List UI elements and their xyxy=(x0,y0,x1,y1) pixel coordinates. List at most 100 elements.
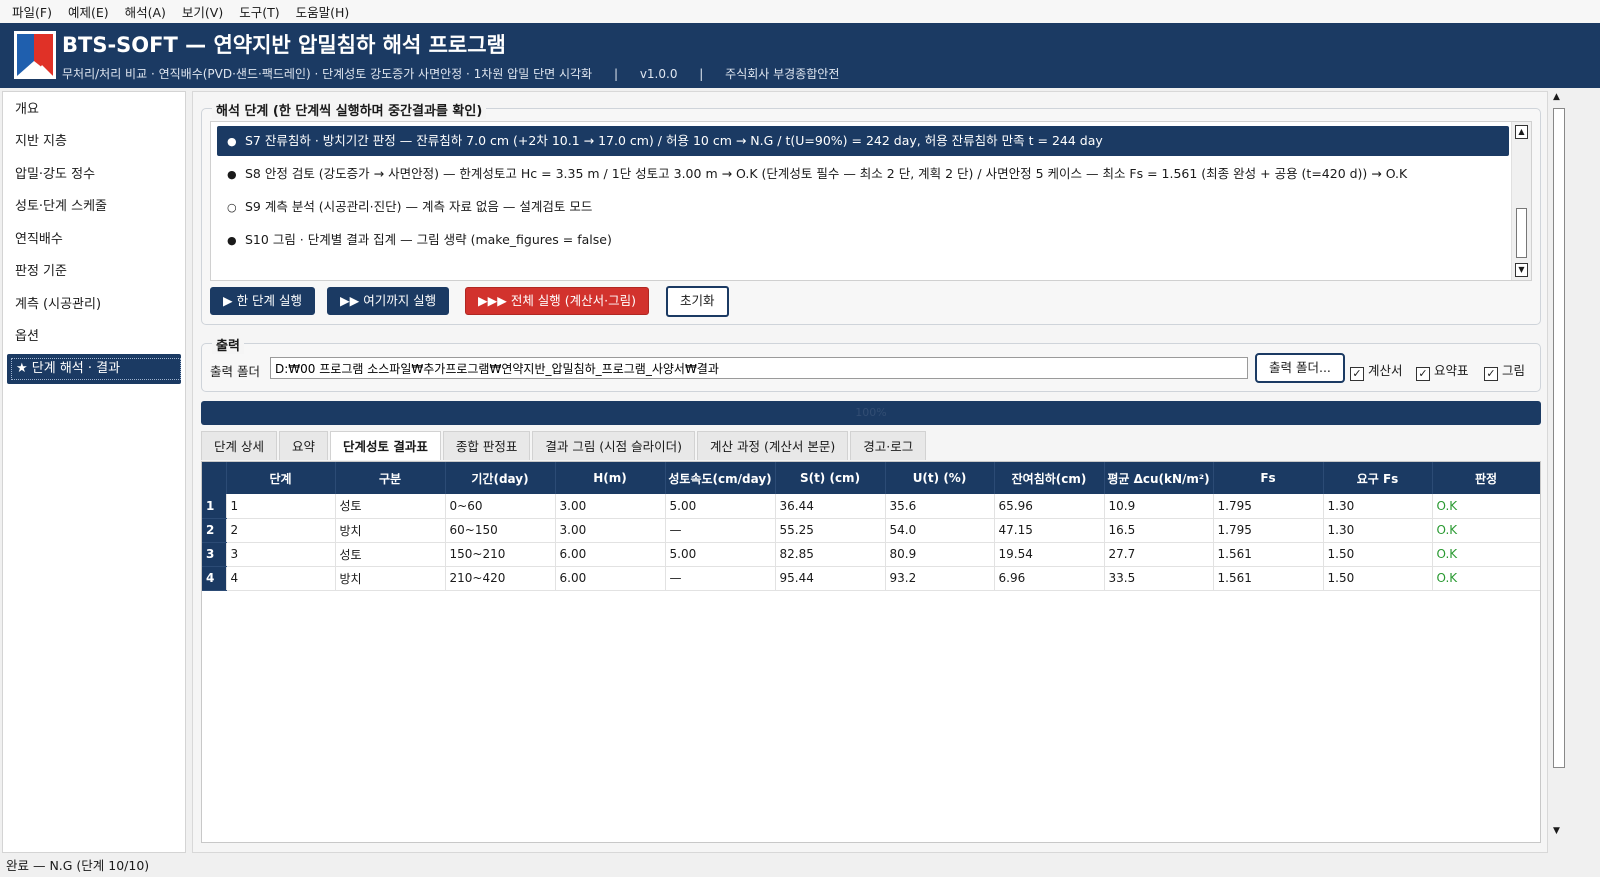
page-scrollbar[interactable]: ▲ ▼ xyxy=(1550,90,1568,838)
column-header[interactable]: Fs xyxy=(1213,462,1324,494)
menu-tools[interactable]: 도구(T) xyxy=(231,2,287,21)
scroll-up-icon[interactable]: ▲ xyxy=(1515,125,1528,139)
judgement-cell: O.K xyxy=(1432,542,1540,567)
menu-file[interactable]: 파일(F) xyxy=(4,2,60,21)
sidebar-nav: 개요 지반 지층 압밀·강도 정수 성토·단계 스케줄 연직배수 판정 기준 계… xyxy=(2,91,186,853)
column-header[interactable]: 구분 xyxy=(335,462,446,494)
column-header[interactable]: S(t) (cm) xyxy=(775,462,886,494)
run-one-step-button[interactable]: ▶ 한 단계 실행 xyxy=(210,287,316,315)
output-folder-input[interactable] xyxy=(270,357,1248,379)
column-header[interactable]: 성토속도(cm/day) xyxy=(665,462,776,494)
column-header[interactable]: U(t) (%) xyxy=(885,462,995,494)
table-cell: 1 xyxy=(226,494,336,519)
table-cell: 1.30 xyxy=(1323,494,1433,519)
table-cell: 1.50 xyxy=(1323,566,1433,591)
menu-examples[interactable]: 예제(E) xyxy=(60,2,117,21)
table-cell: 방치 xyxy=(335,518,446,543)
table-cell: 35.6 xyxy=(885,494,995,519)
judgement-cell: O.K xyxy=(1432,494,1540,519)
sidebar-item-vertical-drain[interactable]: 연직배수 xyxy=(3,225,185,255)
app-version: v1.0.0 xyxy=(639,67,678,81)
status-bar: 완료 — N.G (단계 10/10) xyxy=(0,855,1600,877)
row-number: 2 xyxy=(202,518,227,543)
table-row[interactable]: 3 3 성토 150~210 6.00 5.00 82.85 80.9 19.5… xyxy=(202,542,1540,567)
row-number: 3 xyxy=(202,542,227,567)
table-cell: — xyxy=(665,518,776,543)
scroll-down-icon[interactable]: ▼ xyxy=(1515,263,1528,277)
judgement-cell: O.K xyxy=(1432,518,1540,543)
table-cell: 95.44 xyxy=(775,566,886,591)
sidebar-item-monitoring[interactable]: 계측 (시공관리) xyxy=(3,290,185,320)
column-header[interactable]: 잔여침하(cm) xyxy=(994,462,1105,494)
table-cell: 0~60 xyxy=(445,494,556,519)
table-cell: 150~210 xyxy=(445,542,556,567)
progress-label: 100% xyxy=(855,406,887,419)
reset-button[interactable]: 초기화 xyxy=(666,286,729,317)
result-tabs: 단계 상세 요약 단계성토 결과표 종합 판정표 결과 그림 (시점 슬라이더)… xyxy=(201,431,928,460)
company-name: 주식회사 부경종합안전 xyxy=(725,67,840,81)
column-header[interactable]: 판정 xyxy=(1432,462,1540,494)
table-row[interactable]: 2 2 방치 60~150 3.00 — 55.25 54.0 47.15 16… xyxy=(202,518,1540,543)
menu-analysis[interactable]: 해석(A) xyxy=(117,2,174,21)
step-text: S7 잔류침하 · 방치기간 판정 — 잔류침하 7.0 cm (+2차 10.… xyxy=(245,133,1103,148)
column-header[interactable]: H(m) xyxy=(555,462,666,494)
step-text: S9 계측 분석 (시공관리·진단) — 계측 자료 없음 — 설계검토 모드 xyxy=(245,199,593,214)
run-all-button[interactable]: ▶▶▶ 전체 실행 (계산서·그림) xyxy=(465,287,649,315)
table-cell: 6.00 xyxy=(555,542,666,567)
step-item-s10[interactable]: ● S10 그림 · 단계별 결과 집계 — 그림 생략 (make_figure… xyxy=(217,225,612,255)
step-item-s9[interactable]: ○ S9 계측 분석 (시공관리·진단) — 계측 자료 없음 — 설계검토 모드 xyxy=(217,192,592,222)
step-status-icon: ● xyxy=(227,168,237,181)
column-header[interactable]: 기간(day) xyxy=(445,462,556,494)
column-header[interactable]: 평균 Δcu(kN/m²) xyxy=(1104,462,1214,494)
browse-folder-button[interactable]: 출력 폴더... xyxy=(1255,353,1345,383)
tab-stage-results[interactable]: 단계성토 결과표 xyxy=(330,431,441,460)
table-cell: 성토 xyxy=(335,494,446,519)
figures-checkbox[interactable]: ✓ 그림 xyxy=(1484,360,1525,381)
scroll-up-icon[interactable]: ▲ xyxy=(1553,92,1560,102)
calc-report-checkbox[interactable]: ✓ 계산서 xyxy=(1350,360,1403,381)
checkmark-icon: ✓ xyxy=(1484,367,1498,381)
output-title: 출력 xyxy=(212,335,244,354)
scroll-down-icon[interactable]: ▼ xyxy=(1553,826,1560,836)
sidebar-item-consolidation-params[interactable]: 압밀·강도 정수 xyxy=(3,160,185,190)
table-cell: 2 xyxy=(226,518,336,543)
checkbox-label: 계산서 xyxy=(1368,363,1403,378)
sidebar-item-options[interactable]: 옵션 xyxy=(3,322,185,352)
table-row[interactable]: 4 4 방치 210~420 6.00 — 95.44 93.2 6.96 33… xyxy=(202,566,1540,591)
sidebar-item-ground-layers[interactable]: 지반 지층 xyxy=(3,127,185,157)
scroll-thumb[interactable] xyxy=(1516,208,1527,258)
tab-warnings-log[interactable]: 경고·로그 xyxy=(850,431,927,460)
menu-view[interactable]: 보기(V) xyxy=(174,2,231,21)
steps-list[interactable]: ● S7 잔류침하 · 방치기간 판정 — 잔류침하 7.0 cm (+2차 10… xyxy=(210,121,1532,281)
column-header[interactable]: 요구 Fs xyxy=(1323,462,1433,494)
table-cell: 1.795 xyxy=(1213,518,1324,543)
table-cell: 5.00 xyxy=(665,494,776,519)
tab-overall-judgement[interactable]: 종합 판정표 xyxy=(442,431,531,460)
step-item-s8[interactable]: ● S8 안정 검토 (강도증가 → 사면안정) — 한계성토고 Hc = 3.3… xyxy=(217,159,1407,189)
tab-calc-process[interactable]: 계산 과정 (계산서 본문) xyxy=(697,431,849,460)
table-row[interactable]: 1 1 성토 0~60 3.00 5.00 36.44 35.6 65.96 1… xyxy=(202,494,1540,519)
scroll-thumb[interactable] xyxy=(1553,108,1565,768)
sidebar-item-criteria[interactable]: 판정 기준 xyxy=(3,257,185,287)
tab-summary[interactable]: 요약 xyxy=(278,431,328,460)
sidebar-item-embankment-schedule[interactable]: 성토·단계 스케줄 xyxy=(3,192,185,222)
step-text: S8 안정 검토 (강도증가 → 사면안정) — 한계성토고 Hc = 3.35… xyxy=(245,166,1408,181)
step-status-icon: ● xyxy=(227,135,237,148)
column-header[interactable]: 단계 xyxy=(226,462,336,494)
checkmark-icon: ✓ xyxy=(1350,367,1364,381)
tab-step-detail[interactable]: 단계 상세 xyxy=(201,431,277,460)
table-header-row: 단계 구분 기간(day) H(m) 성토속도(cm/day) S(t) (cm… xyxy=(202,462,1540,494)
tab-result-figures[interactable]: 결과 그림 (시점 슬라이더) xyxy=(532,431,696,460)
steps-scrollbar[interactable]: ▲ ▼ xyxy=(1511,122,1531,280)
sidebar-item-overview[interactable]: 개요 xyxy=(3,95,185,125)
step-item-s7[interactable]: ● S7 잔류침하 · 방치기간 판정 — 잔류침하 7.0 cm (+2차 10… xyxy=(217,126,1509,156)
run-until-here-button[interactable]: ▶▶ 여기까지 실행 xyxy=(327,287,450,315)
sidebar-item-stage-analysis[interactable]: ★ 단계 해석 · 결과 xyxy=(7,354,181,384)
table-cell: 54.0 xyxy=(885,518,995,543)
analysis-steps-title: 해석 단계 (한 단계씩 실행하며 중간결과를 확인) xyxy=(212,100,487,119)
summary-table-checkbox[interactable]: ✓ 요약표 xyxy=(1416,360,1469,381)
menu-help[interactable]: 도움말(H) xyxy=(288,2,358,21)
output-folder-label: 출력 폴더 xyxy=(210,364,260,379)
table-cell: 82.85 xyxy=(775,542,886,567)
table-cell: 성토 xyxy=(335,542,446,567)
